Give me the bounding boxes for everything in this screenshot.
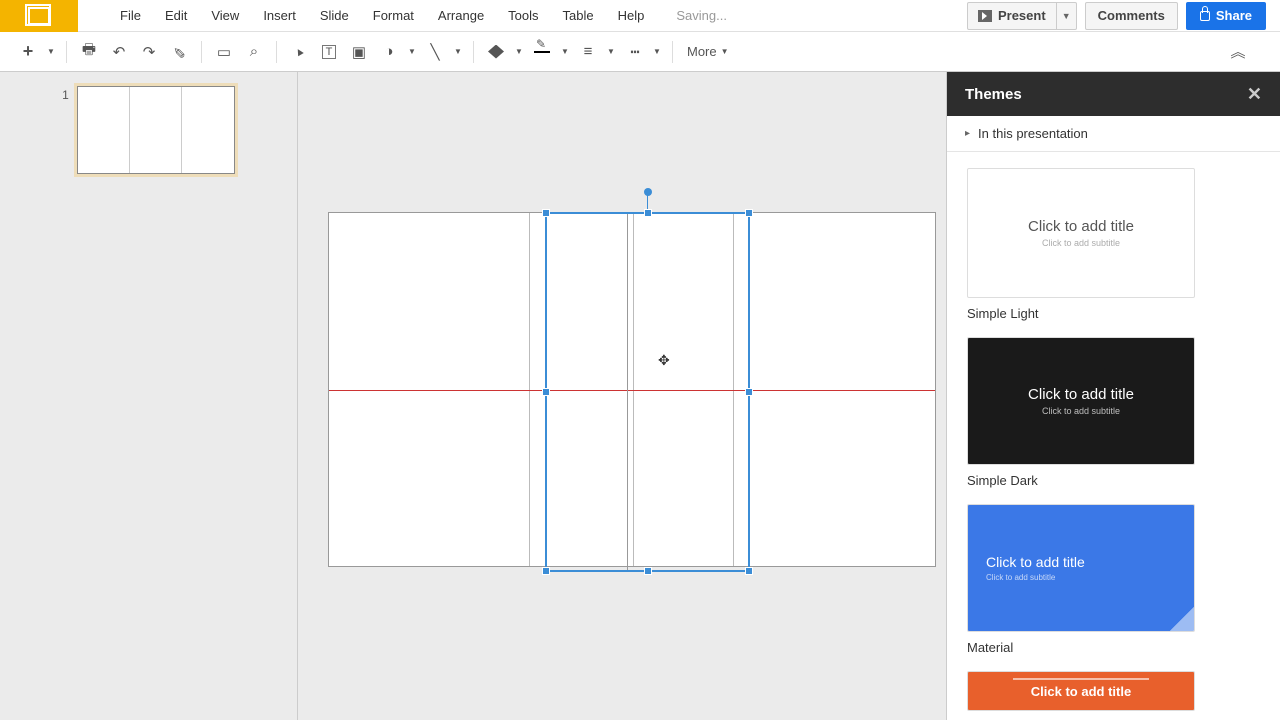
menu-edit[interactable]: Edit xyxy=(153,2,199,29)
undo-button[interactable] xyxy=(105,38,133,66)
rotate-handle[interactable] xyxy=(644,188,652,196)
border-color-button[interactable] xyxy=(528,38,556,66)
handle-bot-right[interactable] xyxy=(745,567,753,575)
fill-icon xyxy=(488,45,504,59)
chevron-right-icon: ▸ xyxy=(965,128,970,139)
shape-tool[interactable] xyxy=(375,38,403,66)
menu-tools[interactable]: Tools xyxy=(496,2,550,29)
themes-panel: Themes ✕ ▸ In this presentation Click to… xyxy=(946,72,1280,720)
themes-section-label: In this presentation xyxy=(978,126,1088,141)
lock-icon xyxy=(1200,11,1210,21)
share-button[interactable]: Share xyxy=(1186,2,1266,30)
save-status: Saving... xyxy=(676,8,727,23)
rotate-connector xyxy=(647,194,648,210)
shape-inner-line xyxy=(627,214,628,570)
thumbnail-row: 1 xyxy=(0,86,297,174)
theme-dark-title: Click to add title xyxy=(1028,386,1134,403)
image-tool[interactable] xyxy=(345,38,373,66)
menu-file[interactable]: File xyxy=(108,2,153,29)
move-cursor-icon: ✥ xyxy=(658,352,670,369)
app-logo[interactable] xyxy=(0,0,78,32)
line-tool[interactable] xyxy=(421,38,449,66)
handle-top-right[interactable] xyxy=(745,209,753,217)
new-slide-dropdown[interactable]: ▼ xyxy=(44,38,58,66)
canvas[interactable]: ✥ xyxy=(298,72,946,720)
comments-button[interactable]: Comments xyxy=(1085,2,1178,30)
themes-list[interactable]: Click to add title Click to add subtitle… xyxy=(947,152,1280,720)
weight-dropdown[interactable]: ▼ xyxy=(604,38,618,66)
collapse-toolbar-icon[interactable]: ︽ xyxy=(1224,38,1252,66)
theme-simple-light[interactable]: Click to add title Click to add subtitle xyxy=(967,168,1195,298)
menu-slide[interactable]: Slide xyxy=(308,2,361,29)
themes-header: Themes ✕ xyxy=(947,72,1280,116)
redo-button[interactable] xyxy=(135,38,163,66)
fill-color-button[interactable] xyxy=(482,38,510,66)
close-icon[interactable]: ✕ xyxy=(1247,84,1262,105)
play-icon xyxy=(978,10,992,22)
print-button[interactable] xyxy=(75,38,103,66)
textbox-tool[interactable] xyxy=(315,38,343,66)
themes-section-header[interactable]: ▸ In this presentation xyxy=(947,116,1280,152)
theme-light-name: Simple Light xyxy=(967,306,1260,321)
paint-format-button[interactable] xyxy=(165,38,193,66)
menu-table[interactable]: Table xyxy=(551,2,606,29)
present-label: Present xyxy=(998,8,1046,23)
border-icon xyxy=(534,51,550,53)
main-area: 1 ✥ xyxy=(0,72,1280,720)
theme-light-title: Click to add title xyxy=(1028,218,1134,235)
menus: File Edit View Insert Slide Format Arran… xyxy=(108,2,656,29)
menu-help[interactable]: Help xyxy=(606,2,657,29)
handle-top-left[interactable] xyxy=(542,209,550,217)
theme-material-name: Material xyxy=(967,640,1260,655)
more-button[interactable]: More▼ xyxy=(681,44,735,59)
handle-bot-left[interactable] xyxy=(542,567,550,575)
toolbar: ▼ ▼ ▼ ▼ ▼ ▼ ▼ More▼ ︽ xyxy=(0,32,1280,72)
theme-dark-sub: Click to add subtitle xyxy=(1042,406,1120,416)
dash-dropdown[interactable]: ▼ xyxy=(650,38,664,66)
theme-orange-bar xyxy=(1013,678,1149,680)
present-button[interactable]: Present xyxy=(967,2,1057,30)
handle-top-mid[interactable] xyxy=(644,209,652,217)
menu-insert[interactable]: Insert xyxy=(251,2,308,29)
slide-thumbnail-panel: 1 xyxy=(0,72,298,720)
theme-simple-dark[interactable]: Click to add title Click to add subtitle xyxy=(967,337,1195,465)
menu-bar: File Edit View Insert Slide Format Arran… xyxy=(0,0,1280,32)
border-dash-button[interactable] xyxy=(620,38,648,66)
menu-format[interactable]: Format xyxy=(361,2,426,29)
theme-material-sub: Click to add subtitle xyxy=(986,573,1055,582)
theme-orange[interactable]: Click to add title xyxy=(967,671,1195,711)
thumbnail-number: 1 xyxy=(62,88,69,102)
theme-light-sub: Click to add subtitle xyxy=(1042,238,1120,248)
theme-dark-name: Simple Dark xyxy=(967,473,1260,488)
select-tool[interactable] xyxy=(285,38,313,66)
border-weight-button[interactable] xyxy=(574,38,602,66)
line-dropdown[interactable]: ▼ xyxy=(451,38,465,66)
new-slide-button[interactable] xyxy=(14,38,42,66)
zoom-button[interactable] xyxy=(240,38,268,66)
shape-dropdown[interactable]: ▼ xyxy=(405,38,419,66)
fill-dropdown[interactable]: ▼ xyxy=(512,38,526,66)
theme-material-title: Click to add title xyxy=(986,554,1085,570)
menu-arrange[interactable]: Arrange xyxy=(426,2,496,29)
handle-bot-mid[interactable] xyxy=(644,567,652,575)
menu-view[interactable]: View xyxy=(199,2,251,29)
theme-material[interactable]: Click to add title Click to add subtitle xyxy=(967,504,1195,632)
present-dropdown[interactable]: ▼ xyxy=(1057,2,1077,30)
themes-title: Themes xyxy=(965,86,1022,103)
border-dropdown[interactable]: ▼ xyxy=(558,38,572,66)
theme-orange-title: Click to add title xyxy=(1031,684,1131,699)
more-label: More xyxy=(687,44,717,59)
slide-thumbnail-1[interactable] xyxy=(77,86,235,174)
share-label: Share xyxy=(1216,8,1252,23)
fit-button[interactable] xyxy=(210,38,238,66)
handle-mid-right[interactable] xyxy=(745,388,753,396)
handle-mid-left[interactable] xyxy=(542,388,550,396)
selected-shape[interactable] xyxy=(545,212,750,572)
